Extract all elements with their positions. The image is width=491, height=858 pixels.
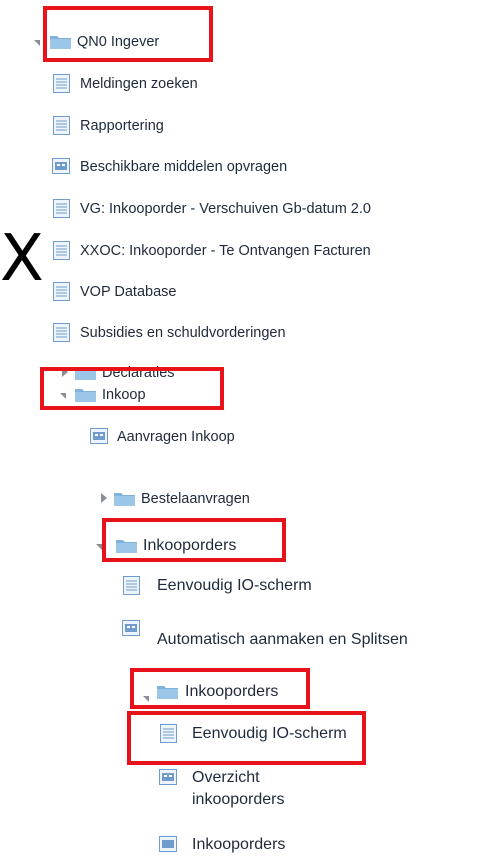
expand-arrow-icon[interactable] [101, 493, 107, 503]
tree-node-label: Bestelaanvragen [141, 491, 250, 507]
cropped-letter: X [0, 222, 44, 296]
tree-node-bestelaanvragen[interactable]: Bestelaanvragen [141, 486, 250, 512]
form-icon [159, 769, 177, 785]
tree-node-vop-database[interactable]: VOP Database [80, 279, 176, 305]
tree-node-label: Inkoop [102, 387, 146, 403]
folder-icon [114, 493, 135, 506]
tree-node-label: Declaraties [102, 365, 175, 381]
tree-node-label: Inkooporders [185, 683, 279, 700]
form-icon [159, 836, 177, 852]
tree-node-qn0-ingever[interactable]: QN0 Ingever [77, 29, 159, 55]
tree-node-label: Subsidies en schuldvorderingen [80, 325, 286, 341]
document-icon [123, 576, 140, 595]
tree-node-label: VOP Database [80, 284, 177, 300]
tree-node-label: Aanvragen Inkoop [117, 429, 235, 445]
document-icon [53, 241, 70, 260]
tree-node-label: Rapportering [80, 118, 164, 134]
folder-icon [75, 367, 96, 380]
tree-node-eenvoudig-io-scherm-sub[interactable]: Eenvoudig IO-scherm [192, 721, 347, 747]
tree-node-label: Automatisch aanmaken en Splitsen [157, 631, 408, 648]
folder-icon [75, 389, 96, 402]
tree-node-inkoop[interactable]: Inkoop [102, 382, 146, 408]
tree-node-inkooporders[interactable]: Inkooporders [143, 533, 236, 559]
tree-node-vg-inkooporder[interactable]: VG: Inkooporder - Verschuiven Gb-datum 2… [80, 196, 371, 222]
tree-node-label: Inkooporders [192, 836, 286, 853]
tree-node-label: Eenvoudig IO-scherm [192, 725, 347, 742]
document-icon [53, 282, 70, 301]
tree-node-xxoc-inkooporder[interactable]: XXOC: Inkooporder - Te Ontvangen Facture… [80, 238, 371, 264]
expand-arrow-icon[interactable] [60, 393, 66, 399]
tree-node-label: Overzicht inkooporders [192, 769, 285, 808]
tree-node-label: Beschikbare middelen opvragen [80, 159, 288, 175]
expand-arrow-icon[interactable] [143, 696, 149, 702]
tree-node-label: Meldingen zoeken [80, 76, 198, 92]
tree-node-overzicht-inkooporders[interactable]: Overzicht inkooporders [192, 764, 322, 814]
document-icon [160, 724, 177, 743]
tree-node-inkooporders-sub[interactable]: Inkooporders [185, 679, 278, 705]
document-icon [53, 74, 70, 93]
document-icon [53, 323, 70, 342]
form-icon [90, 428, 108, 444]
tree-node-label: XXOC: Inkooporder - Te Ontvangen Facture… [80, 243, 371, 259]
expand-arrow-icon[interactable] [96, 544, 102, 550]
document-icon [53, 199, 70, 218]
tree-node-label: QN0 Ingever [77, 34, 160, 50]
folder-icon [157, 686, 178, 699]
tree-node-label: Eenvoudig IO-scherm [157, 577, 312, 594]
folder-icon [50, 36, 71, 49]
tree-node-rapportering[interactable]: Rapportering [80, 113, 164, 139]
tree-node-label: Inkooporders [143, 537, 237, 554]
expand-arrow-icon[interactable] [62, 367, 68, 377]
tree-node-meldingen-zoeken[interactable]: Meldingen zoeken [80, 71, 198, 97]
expand-arrow-icon[interactable] [34, 40, 40, 46]
document-icon [53, 116, 70, 135]
tree-node-aanvragen-inkoop[interactable]: Aanvragen Inkoop [117, 424, 235, 450]
tree-node-beschikbare-middelen[interactable]: Beschikbare middelen opvragen [80, 154, 287, 180]
folder-icon [116, 540, 137, 553]
tree-node-label: VG: Inkooporder - Verschuiven Gb-datum 2… [80, 201, 371, 217]
form-icon [122, 620, 140, 636]
tree-node-inkooporders-cropped[interactable]: Inkooporders [192, 832, 285, 858]
tree-node-automatisch-aanmaken[interactable]: Automatisch aanmaken en Splitsen [157, 615, 417, 665]
tree-node-subsidies[interactable]: Subsidies en schuldvorderingen [80, 320, 286, 346]
tree-node-eenvoudig-io-scherm[interactable]: Eenvoudig IO-scherm [157, 573, 312, 599]
form-icon [52, 158, 70, 174]
